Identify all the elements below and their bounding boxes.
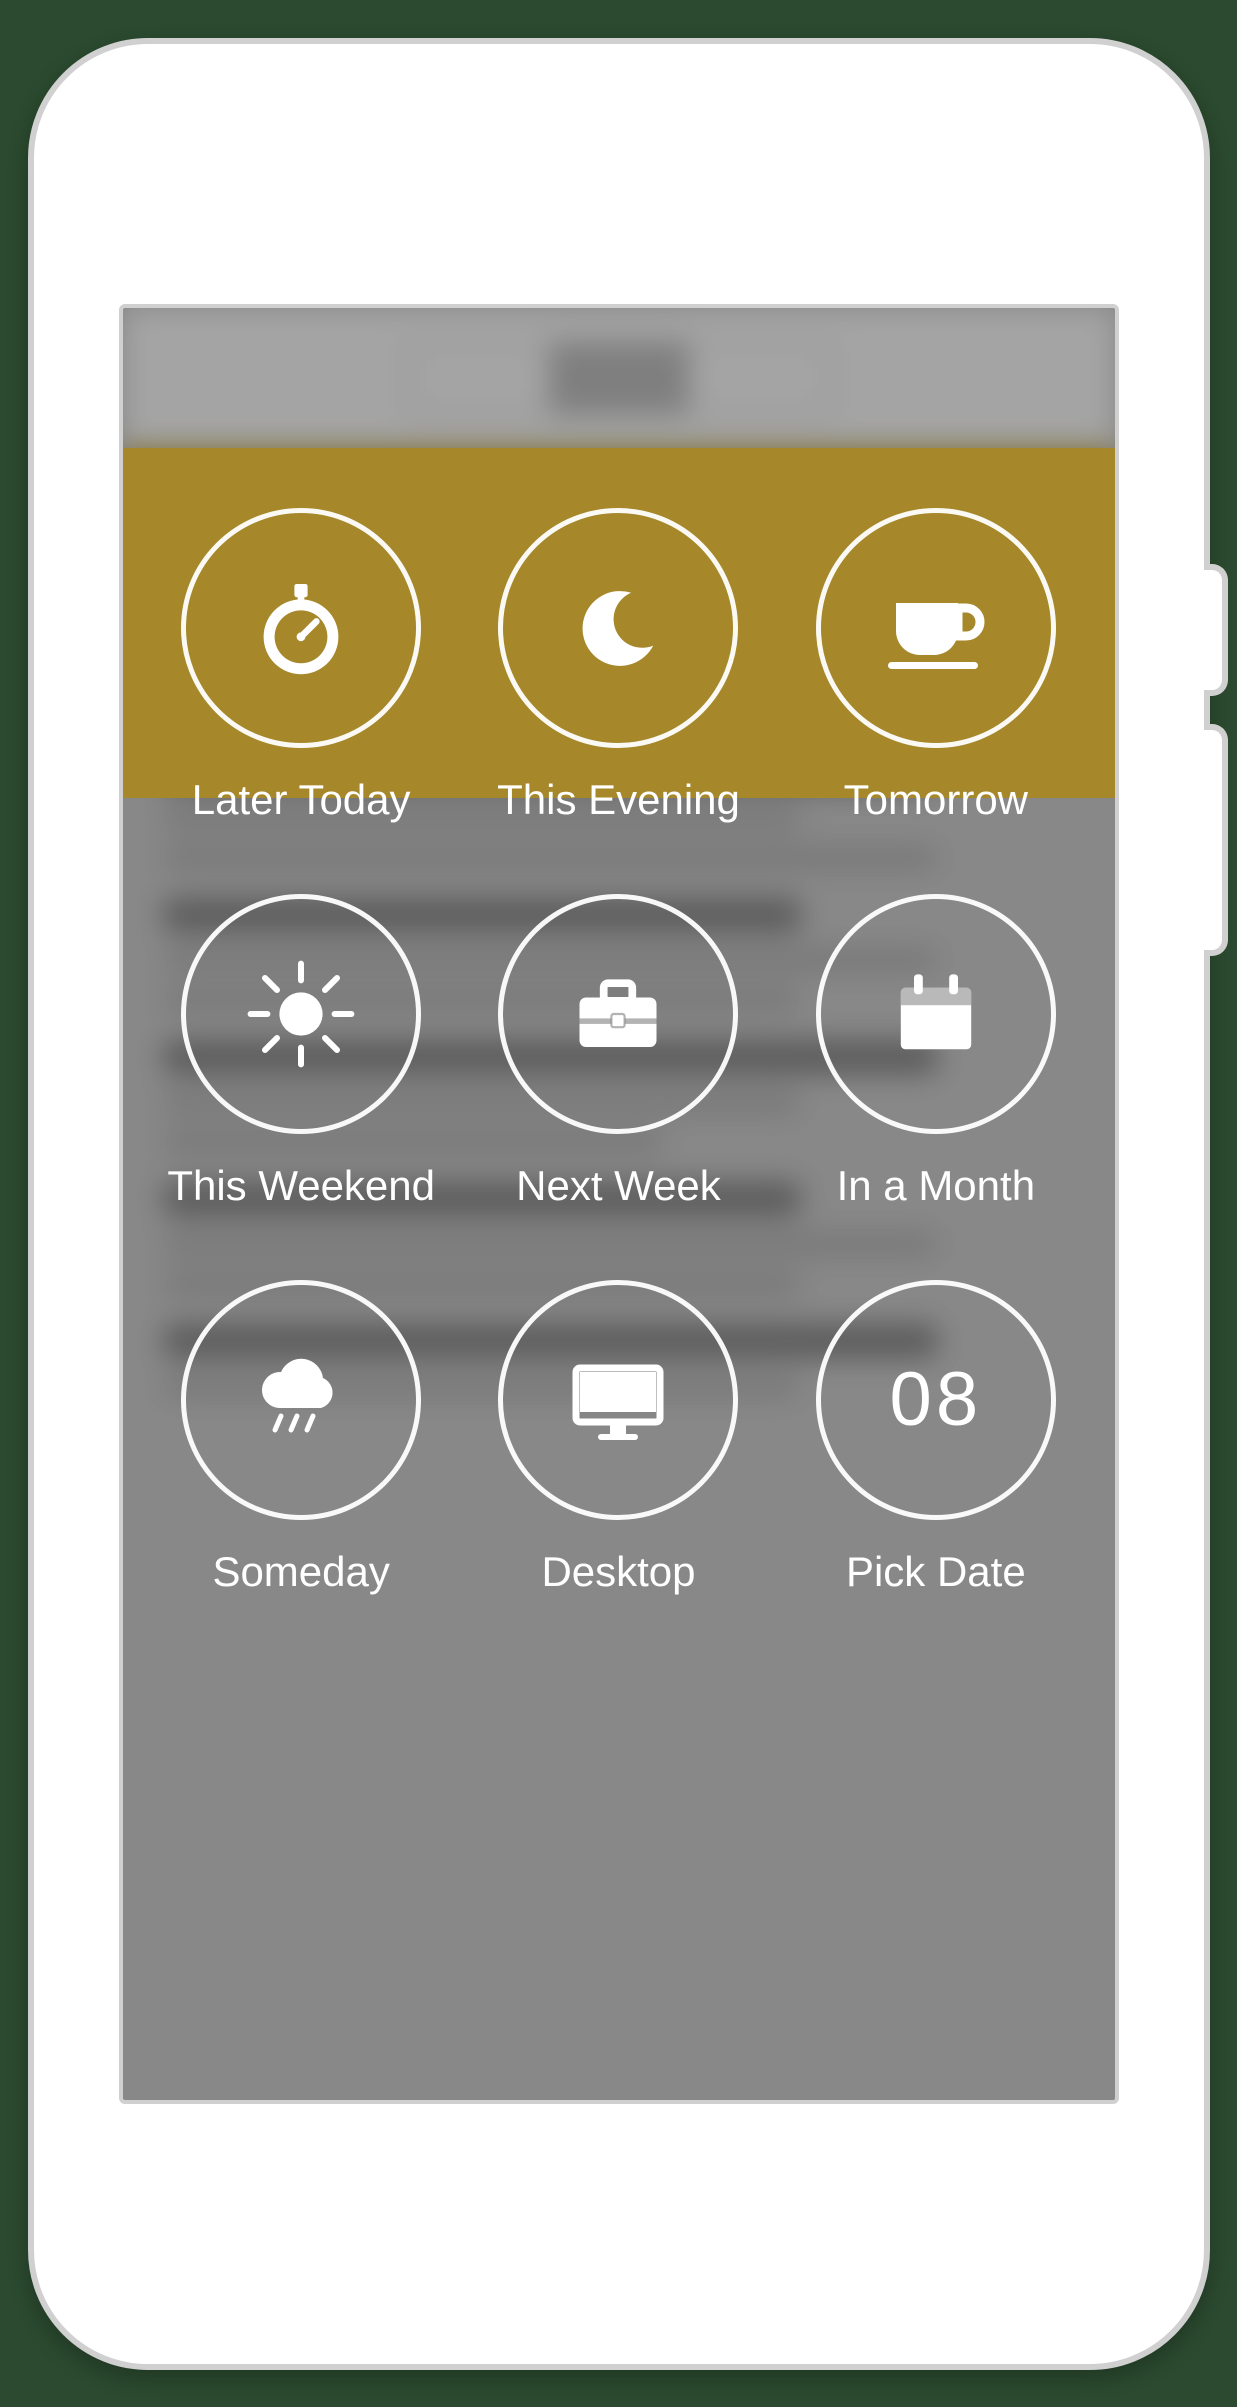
snooze-option-tomorrow[interactable]: Tomorrow xyxy=(816,508,1056,824)
device-side-button xyxy=(1204,564,1228,696)
screen: Later Today This Evening xyxy=(119,304,1119,2104)
sun-icon xyxy=(241,954,361,1074)
snooze-option-this-evening[interactable]: This Evening xyxy=(497,508,740,824)
snooze-option-someday[interactable]: Someday xyxy=(181,1280,421,1596)
phone-frame: Later Today This Evening xyxy=(28,38,1210,2370)
snooze-option-desktop[interactable]: Desktop xyxy=(498,1280,738,1596)
snooze-option-pick-date[interactable]: 08 Pick Date xyxy=(816,1280,1056,1596)
device-side-button xyxy=(1204,724,1228,956)
pick-date-icon: 08 xyxy=(890,1356,983,1443)
desktop-icon xyxy=(558,1345,678,1455)
snooze-option-label: Tomorrow xyxy=(844,776,1028,824)
snooze-option-label: Desktop xyxy=(541,1548,695,1596)
snooze-option-label: Next Week xyxy=(516,1162,721,1210)
snooze-option-label: This Evening xyxy=(497,776,740,824)
snooze-option-label: Pick Date xyxy=(846,1548,1026,1596)
snooze-option-label: This Weekend xyxy=(167,1162,435,1210)
snooze-option-this-weekend[interactable]: This Weekend xyxy=(167,894,435,1210)
stopwatch-icon xyxy=(246,573,356,683)
snooze-option-label: Later Today xyxy=(192,776,411,824)
snooze-option-label: In a Month xyxy=(837,1162,1035,1210)
snooze-options-grid: Later Today This Evening xyxy=(123,508,1115,1596)
calendar-icon xyxy=(881,959,991,1069)
snooze-option-next-week[interactable]: Next Week xyxy=(498,894,738,1210)
snooze-option-in-a-month[interactable]: In a Month xyxy=(816,894,1056,1210)
snooze-option-label: Someday xyxy=(212,1548,389,1596)
snooze-option-later-today[interactable]: Later Today xyxy=(181,508,421,824)
moon-icon xyxy=(563,573,673,683)
coffee-icon xyxy=(876,573,996,683)
briefcase-icon xyxy=(563,959,673,1069)
cloud-rain-icon xyxy=(241,1345,361,1455)
